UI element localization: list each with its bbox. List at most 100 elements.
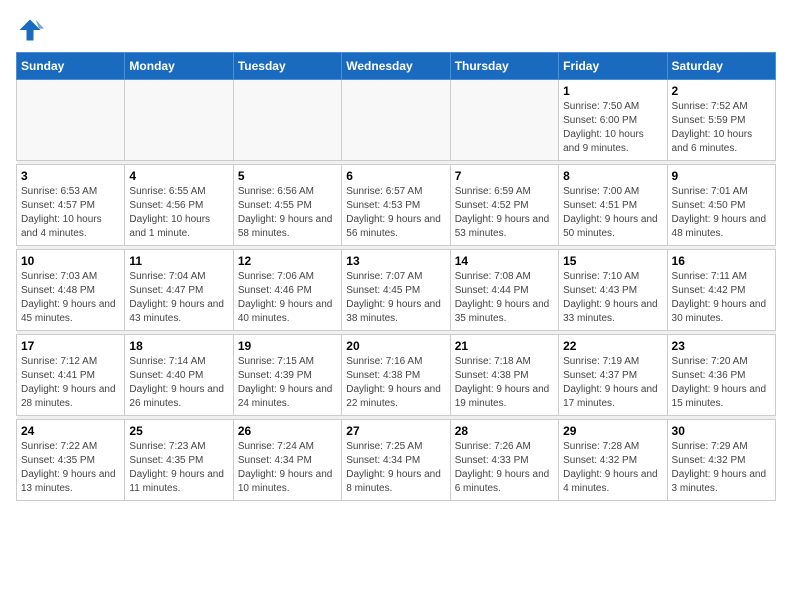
- calendar-cell: 20 Sunrise: 7:16 AM Sunset: 4:38 PM Dayli…: [342, 335, 450, 416]
- calendar-cell: [450, 80, 558, 161]
- calendar-week-row: 1 Sunrise: 7:50 AM Sunset: 6:00 PM Daylig…: [17, 80, 776, 161]
- calendar-cell: 12 Sunrise: 7:06 AM Sunset: 4:46 PM Dayli…: [233, 250, 341, 331]
- logo: [16, 16, 48, 44]
- day-number: 23: [672, 339, 771, 353]
- day-number: 7: [455, 169, 554, 183]
- day-number: 13: [346, 254, 445, 268]
- day-number: 20: [346, 339, 445, 353]
- day-number: 10: [21, 254, 120, 268]
- day-info: Sunrise: 7:11 AM Sunset: 4:42 PM Dayligh…: [672, 270, 771, 326]
- calendar-day-header: Sunday: [17, 53, 125, 80]
- day-info: Sunrise: 6:57 AM Sunset: 4:53 PM Dayligh…: [346, 185, 445, 241]
- day-number: 4: [129, 169, 228, 183]
- day-number: 22: [563, 339, 662, 353]
- day-number: 3: [21, 169, 120, 183]
- day-number: 29: [563, 424, 662, 438]
- day-info: Sunrise: 7:23 AM Sunset: 4:35 PM Dayligh…: [129, 440, 228, 496]
- calendar-cell: 10 Sunrise: 7:03 AM Sunset: 4:48 PM Dayli…: [17, 250, 125, 331]
- calendar-cell: 16 Sunrise: 7:11 AM Sunset: 4:42 PM Dayli…: [667, 250, 775, 331]
- calendar-cell: 28Sunrise: 7:26 AM Sunset: 4:33 PM Dayli…: [450, 420, 558, 501]
- calendar-cell: 30 Sunrise: 7:29 AM Sunset: 4:32 PM Dayli…: [667, 420, 775, 501]
- calendar-cell: 27 Sunrise: 7:25 AM Sunset: 4:34 PM Dayli…: [342, 420, 450, 501]
- page-header: [16, 16, 776, 44]
- calendar-cell: [233, 80, 341, 161]
- calendar-cell: 24Sunrise: 7:22 AM Sunset: 4:35 PM Dayli…: [17, 420, 125, 501]
- day-number: 21: [455, 339, 554, 353]
- day-info: Sunrise: 7:50 AM Sunset: 6:00 PM Dayligh…: [563, 100, 662, 156]
- day-info: Sunrise: 6:55 AM Sunset: 4:56 PM Dayligh…: [129, 185, 228, 241]
- day-info: Sunrise: 7:29 AM Sunset: 4:32 PM Dayligh…: [672, 440, 771, 496]
- calendar-cell: 23Sunrise: 7:20 AM Sunset: 4:36 PM Dayli…: [667, 335, 775, 416]
- day-number: 26: [238, 424, 337, 438]
- calendar-cell: 19 Sunrise: 7:15 AM Sunset: 4:39 PM Dayli…: [233, 335, 341, 416]
- day-info: Sunrise: 7:06 AM Sunset: 4:46 PM Dayligh…: [238, 270, 337, 326]
- calendar-cell: 5 Sunrise: 6:56 AM Sunset: 4:55 PM Daylig…: [233, 165, 341, 246]
- day-info: Sunrise: 7:14 AM Sunset: 4:40 PM Dayligh…: [129, 355, 228, 411]
- day-info: Sunrise: 7:22 AM Sunset: 4:35 PM Dayligh…: [21, 440, 120, 496]
- calendar-header-row: SundayMondayTuesdayWednesdayThursdayFrid…: [17, 53, 776, 80]
- day-number: 19: [238, 339, 337, 353]
- day-number: 1: [563, 84, 662, 98]
- calendar-cell: [17, 80, 125, 161]
- calendar-cell: 3 Sunrise: 6:53 AM Sunset: 4:57 PM Daylig…: [17, 165, 125, 246]
- day-number: 2: [672, 84, 771, 98]
- day-info: Sunrise: 7:10 AM Sunset: 4:43 PM Dayligh…: [563, 270, 662, 326]
- day-info: Sunrise: 7:16 AM Sunset: 4:38 PM Dayligh…: [346, 355, 445, 411]
- calendar-cell: 15 Sunrise: 7:10 AM Sunset: 4:43 PM Dayli…: [559, 250, 667, 331]
- calendar-cell: 26Sunrise: 7:24 AM Sunset: 4:34 PM Dayli…: [233, 420, 341, 501]
- day-number: 9: [672, 169, 771, 183]
- day-info: Sunrise: 7:08 AM Sunset: 4:44 PM Dayligh…: [455, 270, 554, 326]
- calendar-cell: 8 Sunrise: 7:00 AM Sunset: 4:51 PM Daylig…: [559, 165, 667, 246]
- calendar-week-row: 3 Sunrise: 6:53 AM Sunset: 4:57 PM Daylig…: [17, 165, 776, 246]
- day-number: 15: [563, 254, 662, 268]
- day-number: 11: [129, 254, 228, 268]
- calendar-cell: 17 Sunrise: 7:12 AM Sunset: 4:41 PM Dayli…: [17, 335, 125, 416]
- calendar-day-header: Friday: [559, 53, 667, 80]
- day-number: 17: [21, 339, 120, 353]
- day-info: Sunrise: 6:56 AM Sunset: 4:55 PM Dayligh…: [238, 185, 337, 241]
- day-number: 5: [238, 169, 337, 183]
- day-info: Sunrise: 7:26 AM Sunset: 4:33 PM Dayligh…: [455, 440, 554, 496]
- day-info: Sunrise: 7:12 AM Sunset: 4:41 PM Dayligh…: [21, 355, 120, 411]
- day-info: Sunrise: 7:25 AM Sunset: 4:34 PM Dayligh…: [346, 440, 445, 496]
- day-info: Sunrise: 6:53 AM Sunset: 4:57 PM Dayligh…: [21, 185, 120, 241]
- day-info: Sunrise: 7:28 AM Sunset: 4:32 PM Dayligh…: [563, 440, 662, 496]
- day-info: Sunrise: 7:03 AM Sunset: 4:48 PM Dayligh…: [21, 270, 120, 326]
- calendar-cell: 7 Sunrise: 6:59 AM Sunset: 4:52 PM Daylig…: [450, 165, 558, 246]
- day-number: 25: [129, 424, 228, 438]
- day-info: Sunrise: 7:15 AM Sunset: 4:39 PM Dayligh…: [238, 355, 337, 411]
- calendar-week-row: 24Sunrise: 7:22 AM Sunset: 4:35 PM Dayli…: [17, 420, 776, 501]
- calendar-cell: 6Sunrise: 6:57 AM Sunset: 4:53 PM Daylig…: [342, 165, 450, 246]
- calendar-cell: [125, 80, 233, 161]
- calendar-day-header: Wednesday: [342, 53, 450, 80]
- calendar-day-header: Saturday: [667, 53, 775, 80]
- day-info: Sunrise: 7:18 AM Sunset: 4:38 PM Dayligh…: [455, 355, 554, 411]
- calendar-cell: 1 Sunrise: 7:50 AM Sunset: 6:00 PM Daylig…: [559, 80, 667, 161]
- calendar-day-header: Tuesday: [233, 53, 341, 80]
- day-number: 14: [455, 254, 554, 268]
- day-number: 27: [346, 424, 445, 438]
- calendar-cell: 9 Sunrise: 7:01 AM Sunset: 4:50 PM Daylig…: [667, 165, 775, 246]
- calendar-cell: 25 Sunrise: 7:23 AM Sunset: 4:35 PM Dayli…: [125, 420, 233, 501]
- calendar-week-row: 10 Sunrise: 7:03 AM Sunset: 4:48 PM Dayli…: [17, 250, 776, 331]
- day-number: 8: [563, 169, 662, 183]
- day-number: 16: [672, 254, 771, 268]
- calendar-cell: [342, 80, 450, 161]
- day-info: Sunrise: 7:19 AM Sunset: 4:37 PM Dayligh…: [563, 355, 662, 411]
- calendar-cell: 21 Sunrise: 7:18 AM Sunset: 4:38 PM Dayli…: [450, 335, 558, 416]
- day-info: Sunrise: 7:00 AM Sunset: 4:51 PM Dayligh…: [563, 185, 662, 241]
- day-number: 18: [129, 339, 228, 353]
- day-info: Sunrise: 6:59 AM Sunset: 4:52 PM Dayligh…: [455, 185, 554, 241]
- calendar-cell: 14 Sunrise: 7:08 AM Sunset: 4:44 PM Dayli…: [450, 250, 558, 331]
- day-info: Sunrise: 7:04 AM Sunset: 4:47 PM Dayligh…: [129, 270, 228, 326]
- day-info: Sunrise: 7:52 AM Sunset: 5:59 PM Dayligh…: [672, 100, 771, 156]
- calendar: SundayMondayTuesdayWednesdayThursdayFrid…: [16, 52, 776, 501]
- day-number: 30: [672, 424, 771, 438]
- calendar-cell: 29 Sunrise: 7:28 AM Sunset: 4:32 PM Dayli…: [559, 420, 667, 501]
- day-info: Sunrise: 7:07 AM Sunset: 4:45 PM Dayligh…: [346, 270, 445, 326]
- calendar-day-header: Monday: [125, 53, 233, 80]
- calendar-week-row: 17 Sunrise: 7:12 AM Sunset: 4:41 PM Dayli…: [17, 335, 776, 416]
- day-info: Sunrise: 7:01 AM Sunset: 4:50 PM Dayligh…: [672, 185, 771, 241]
- day-number: 12: [238, 254, 337, 268]
- calendar-cell: 18 Sunrise: 7:14 AM Sunset: 4:40 PM Dayli…: [125, 335, 233, 416]
